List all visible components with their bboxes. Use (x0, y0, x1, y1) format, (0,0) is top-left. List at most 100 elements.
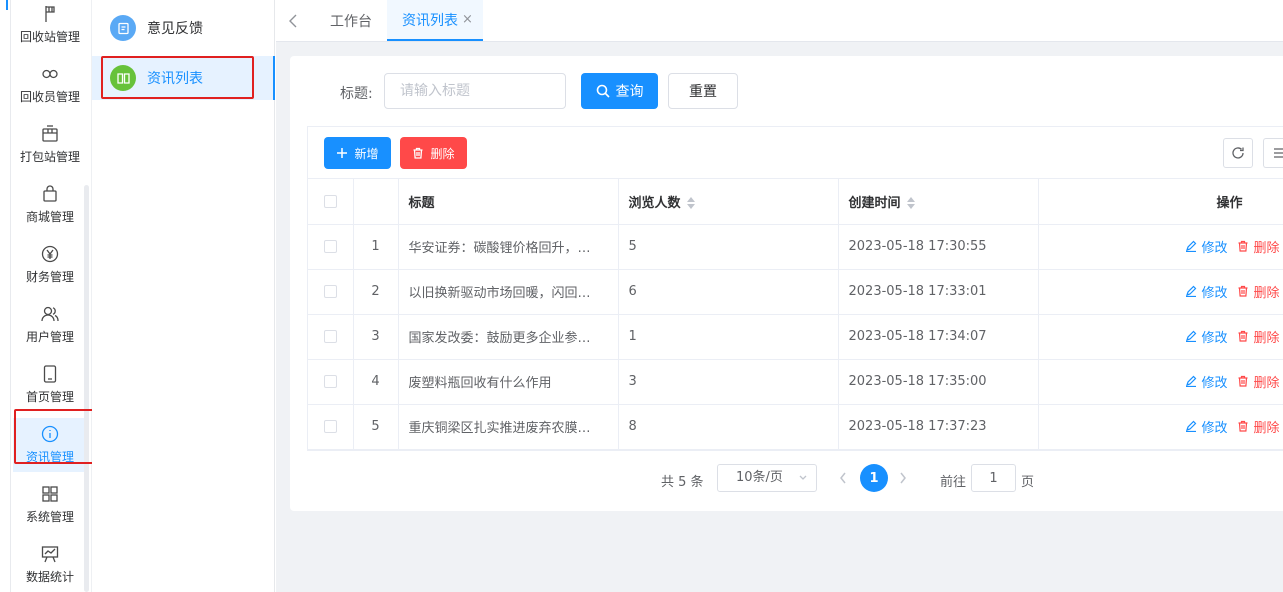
cell-index: 2 (353, 269, 399, 315)
prev-page-icon[interactable] (838, 471, 848, 485)
rail-item-statistics[interactable]: 数据统计 (13, 538, 87, 592)
edit-button[interactable]: 修改 (1185, 237, 1227, 256)
rail-item-recycle-station[interactable]: 回收站管理 (13, 0, 87, 52)
delete-label: 删除 (1253, 240, 1280, 256)
edit-button[interactable]: 修改 (1185, 417, 1227, 436)
header-actions: 操作 (1038, 179, 1283, 225)
table-row: 1 华安证券：碳酸锂价格回升，… 5 2023-05-18 17:30:55 修改 删除 (308, 224, 1283, 270)
pencil-icon (1186, 240, 1197, 253)
table-toolbar: 新增 删除 (308, 127, 1283, 179)
header-views-label: 浏览人数 (628, 195, 681, 211)
columns-button[interactable] (1263, 138, 1283, 168)
query-button[interactable]: 查询 (581, 73, 658, 109)
bag-icon (43, 185, 57, 202)
trash-icon (413, 147, 423, 159)
rail-item-news[interactable]: 资讯管理 (13, 418, 87, 472)
news-card: 标题: 查询 重置 新增 删除 (290, 56, 1283, 511)
delete-button[interactable]: 删除 (1237, 372, 1280, 391)
add-button[interactable]: 新增 (324, 137, 391, 169)
batch-delete-button[interactable]: 删除 (400, 137, 467, 169)
infinity-icon (42, 69, 58, 79)
delete-button[interactable]: 删除 (1237, 282, 1280, 301)
rail-item-home[interactable]: 首页管理 (13, 358, 87, 412)
row-checkbox[interactable] (323, 330, 337, 343)
delete-button[interactable]: 删除 (1237, 237, 1280, 256)
cell-views: 3 (618, 359, 839, 405)
search-title-label: 标题: (340, 86, 373, 102)
cell-title: 国家发改委：鼓励更多企业参… (398, 314, 619, 360)
edit-label: 修改 (1201, 375, 1228, 391)
header-created[interactable]: 创建时间 (838, 179, 1039, 225)
edit-button[interactable]: 修改 (1185, 282, 1227, 301)
delete-button[interactable]: 删除 (1237, 417, 1280, 436)
rail-scrollbar[interactable] (84, 185, 89, 592)
edit-button[interactable]: 修改 (1185, 372, 1227, 391)
pencil-icon (1186, 285, 1197, 298)
chevron-down-icon (799, 475, 807, 480)
reset-button[interactable]: 重置 (668, 73, 738, 109)
tab-label: 资讯列表 (402, 12, 458, 29)
refresh-button[interactable] (1223, 138, 1253, 168)
delete-label: 删除 (1253, 285, 1280, 301)
sort-icon[interactable] (906, 197, 915, 210)
cell-views: 8 (618, 404, 839, 450)
query-button-label: 查询 (615, 84, 644, 100)
cell-title: 废塑料瓶回收有什么作用 (398, 359, 619, 405)
trash-icon (1238, 241, 1248, 252)
rail-item-pack-station[interactable]: 打包站管理 (13, 118, 87, 172)
row-checkbox[interactable] (323, 240, 337, 253)
header-title: 标题 (398, 179, 619, 225)
row-checkbox[interactable] (323, 285, 337, 298)
cell-index: 5 (353, 404, 399, 450)
sub-item-news-list[interactable]: 资讯列表 (92, 56, 275, 100)
cell-created: 2023-05-18 17:34:07 (838, 314, 1039, 360)
news-table: 标题 浏览人数 创建时间 操作 1 华安证券：碳酸锂价格回升，… 5 2023-05-… (308, 179, 1283, 450)
pencil-icon (1186, 375, 1197, 388)
close-icon[interactable]: × (462, 12, 473, 27)
reset-button-label: 重置 (689, 84, 717, 100)
row-checkbox[interactable] (323, 420, 337, 433)
rail-item-users[interactable]: 用户管理 (13, 298, 87, 352)
rail-item-label: 系统管理 (25, 510, 74, 524)
info-icon (41, 425, 59, 443)
cell-title: 重庆铜梁区扎实推进废弃农膜… (398, 404, 619, 450)
cell-created: 2023-05-18 17:37:23 (838, 404, 1039, 450)
news-table-container: 新增 删除 标题 浏览人数 创建时间 操作 1 华安证券：碳酸锂价格回升，… 5… (307, 126, 1283, 451)
chevron-left-icon[interactable] (286, 12, 302, 30)
cell-created: 2023-05-18 17:30:55 (838, 224, 1039, 270)
edit-button[interactable]: 修改 (1185, 327, 1227, 346)
rail-item-label: 财务管理 (25, 270, 74, 284)
delete-button[interactable]: 删除 (1237, 327, 1280, 346)
pagination: 共 5 条 10条/页 1 前往 页 (290, 464, 1283, 494)
rail-item-recycler[interactable]: 回收员管理 (13, 58, 87, 112)
rail-item-system[interactable]: 系统管理 (13, 478, 87, 532)
search-title-input[interactable] (384, 73, 566, 109)
header-views[interactable]: 浏览人数 (618, 179, 839, 225)
tab-news-list[interactable]: 资讯列表 × (387, 0, 483, 41)
row-checkbox-cell (308, 224, 354, 270)
goto-label: 前往 (940, 475, 967, 490)
sub-item-feedback[interactable]: 意见反馈 (92, 6, 275, 50)
chart-board-icon (41, 546, 59, 563)
next-page-icon[interactable] (898, 471, 908, 485)
rail-item-label: 回收站管理 (19, 30, 80, 44)
row-checkbox[interactable] (323, 375, 337, 388)
goto-page-input[interactable] (971, 464, 1016, 492)
rail-item-finance[interactable]: 财务管理 (13, 238, 87, 292)
edit-label: 修改 (1201, 330, 1228, 346)
page-size-select[interactable]: 10条/页 (717, 464, 817, 492)
select-all-checkbox[interactable] (323, 194, 337, 208)
sub-menu: 意见反馈 资讯列表 (92, 0, 275, 592)
rail-item-mall[interactable]: 商城管理 (13, 178, 87, 232)
row-checkbox-cell (308, 269, 354, 315)
tablet-icon (43, 365, 57, 383)
trash-icon (1238, 331, 1248, 342)
plus-icon (337, 148, 348, 158)
row-checkbox-cell (308, 314, 354, 360)
edit-label: 修改 (1201, 285, 1228, 301)
page-number-current[interactable]: 1 (860, 464, 888, 492)
rail-item-label: 首页管理 (25, 390, 74, 404)
sort-icon[interactable] (686, 197, 695, 210)
tab-workbench[interactable]: 工作台 (320, 0, 382, 41)
yen-icon (41, 245, 59, 263)
